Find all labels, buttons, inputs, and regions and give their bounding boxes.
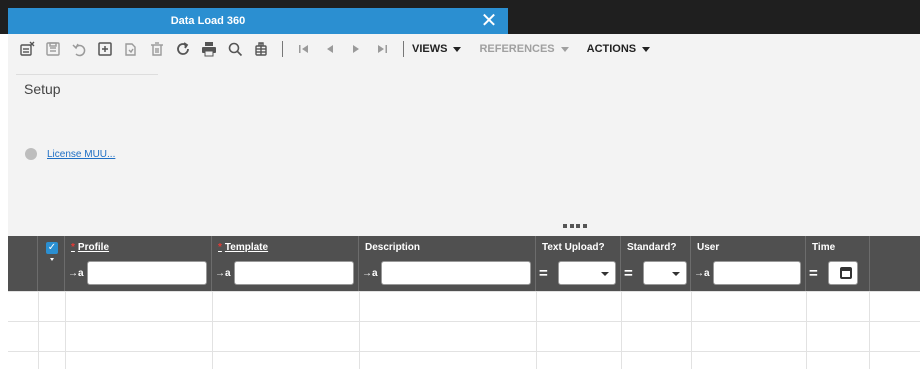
filter-operator[interactable]: →a: [68, 268, 87, 279]
column-standard[interactable]: Standard? =: [621, 236, 691, 291]
views-menu[interactable]: VIEWS: [412, 43, 462, 55]
save-icon[interactable]: [40, 36, 66, 62]
chevron-down-icon: [672, 272, 680, 276]
grid-divider: [65, 291, 66, 369]
select-all-checkbox[interactable]: ✓: [46, 242, 58, 254]
table-row[interactable]: [8, 351, 920, 369]
grid-divider: [869, 291, 870, 369]
grid-divider: [212, 291, 213, 369]
grid-header-spacer: [8, 236, 38, 291]
toolbar-separator: [282, 41, 283, 57]
grid-divider: [806, 291, 807, 369]
chevron-down-icon: [642, 46, 651, 52]
filter-operator[interactable]: =: [539, 265, 558, 282]
setup-panel: Setup License MUU...: [8, 64, 920, 236]
standard-filter-select[interactable]: [643, 261, 687, 285]
grid-body: [8, 291, 920, 369]
column-description[interactable]: Description →a: [359, 236, 536, 291]
actions-menu[interactable]: ACTIONS: [587, 43, 651, 55]
select-all-column: ✓: [38, 236, 65, 291]
filter-operator[interactable]: →a: [362, 268, 381, 279]
grid-header: ✓ * Profile →a * Template →a Description →…: [8, 236, 920, 291]
column-user[interactable]: User →a: [691, 236, 806, 291]
required-marker: *: [218, 242, 222, 253]
license-link[interactable]: License MUU...: [47, 149, 115, 160]
toolbar: VIEWS REFERENCES ACTIONS: [8, 34, 920, 64]
grid-divider: [38, 291, 39, 369]
close-icon[interactable]: ✕: [478, 10, 500, 32]
attachment-icon[interactable]: [248, 36, 274, 62]
time-filter-input[interactable]: [828, 261, 858, 285]
delete-icon[interactable]: [144, 36, 170, 62]
search-icon[interactable]: [222, 36, 248, 62]
table-row[interactable]: [8, 291, 920, 321]
chevron-down-icon: [453, 46, 462, 52]
profile-filter-input[interactable]: [87, 261, 207, 285]
grid-divider: [621, 291, 622, 369]
refresh-icon[interactable]: [170, 36, 196, 62]
column-label: Profile: [77, 242, 110, 253]
previous-page-icon[interactable]: [317, 36, 343, 62]
chevron-down-icon: [560, 46, 569, 52]
column-profile[interactable]: * Profile →a: [65, 236, 212, 291]
copy-icon[interactable]: [118, 36, 144, 62]
print-icon[interactable]: [196, 36, 222, 62]
column-label: Template: [224, 242, 269, 253]
text-upload-filter-select[interactable]: [558, 261, 616, 285]
export-icon[interactable]: [92, 36, 118, 62]
title-bar: Data Load 360 ✕: [0, 0, 920, 34]
filter-operator[interactable]: =: [809, 265, 828, 282]
next-page-icon[interactable]: [343, 36, 369, 62]
last-page-icon[interactable]: [369, 36, 395, 62]
new-record-icon[interactable]: [14, 36, 40, 62]
setup-title: Setup: [16, 74, 158, 97]
column-label: User: [697, 242, 720, 253]
column-template[interactable]: * Template →a: [212, 236, 359, 291]
column-text-upload[interactable]: Text Upload? =: [536, 236, 621, 291]
license-item: License MUU...: [25, 148, 115, 160]
references-menu[interactable]: REFERENCES: [479, 43, 569, 55]
grid-divider: [359, 291, 360, 369]
chevron-down-icon[interactable]: [50, 258, 54, 261]
required-marker: *: [71, 242, 75, 253]
grid-divider: [691, 291, 692, 369]
column-label: Standard?: [627, 242, 677, 253]
calendar-icon[interactable]: [840, 267, 852, 279]
filter-operator[interactable]: →a: [694, 268, 713, 279]
tab-title: Data Load 360: [170, 15, 246, 27]
document-tab[interactable]: Data Load 360 ✕: [8, 8, 508, 34]
column-time[interactable]: Time =: [806, 236, 870, 291]
table-row[interactable]: [8, 321, 920, 351]
filter-operator[interactable]: →a: [215, 268, 234, 279]
app-window: VIEWS REFERENCES ACTIONS Setup License M…: [8, 34, 920, 369]
template-filter-input[interactable]: [234, 261, 354, 285]
toolbar-separator: [403, 41, 404, 57]
status-dot-icon: [25, 148, 37, 160]
column-label: Description: [365, 242, 421, 253]
column-label: Text Upload?: [542, 242, 605, 253]
undo-icon[interactable]: [66, 36, 92, 62]
filter-operator[interactable]: =: [624, 265, 643, 282]
column-label: Time: [812, 242, 836, 253]
first-page-icon[interactable]: [291, 36, 317, 62]
panel-splitter[interactable]: [563, 224, 587, 230]
user-filter-input[interactable]: [713, 261, 801, 285]
grid-divider: [536, 291, 537, 369]
chevron-down-icon: [601, 272, 609, 276]
description-filter-input[interactable]: [381, 261, 531, 285]
